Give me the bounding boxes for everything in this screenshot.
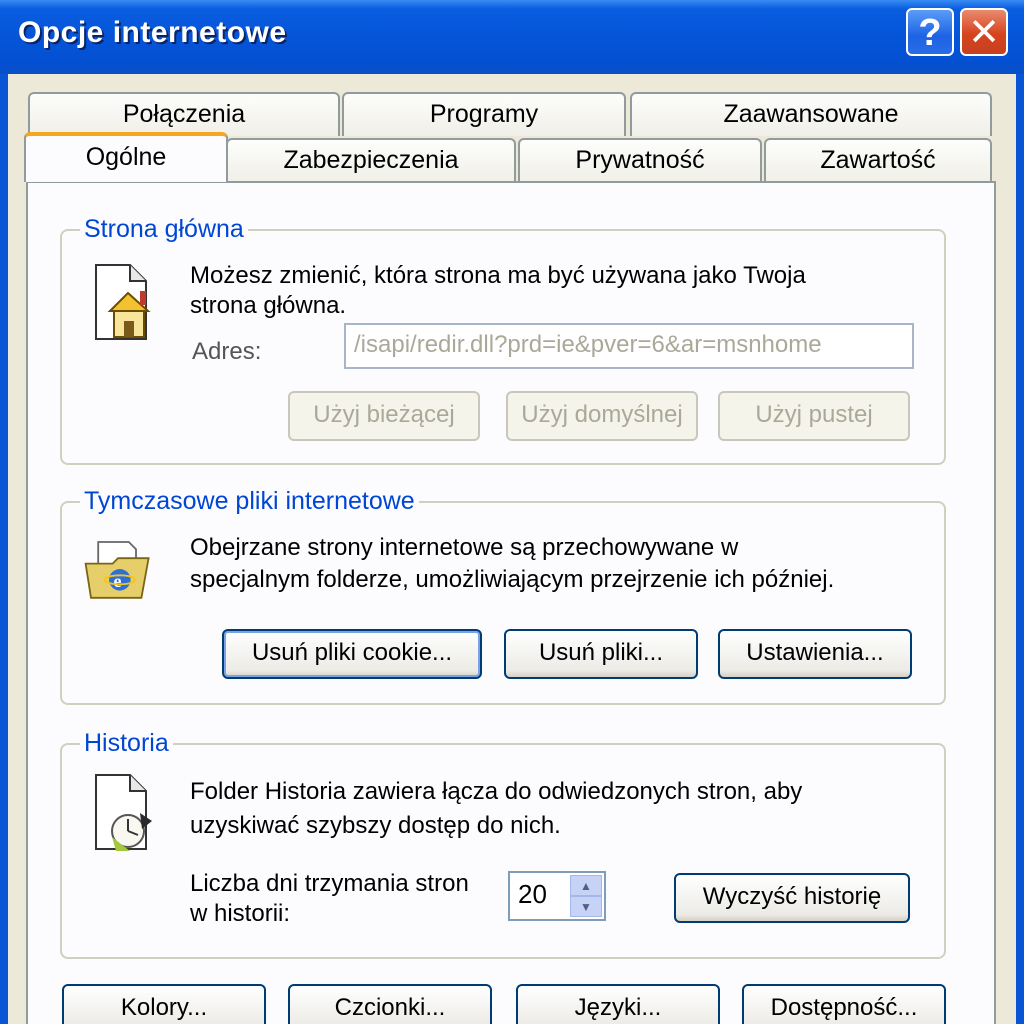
tab-connections[interactable]: Połączenia [28, 92, 340, 136]
fonts-button[interactable]: Czcionki... [288, 984, 492, 1024]
title-bar[interactable]: Opcje internetowe ? ✕ [0, 0, 1024, 74]
spinner-up-icon[interactable]: ▲ [570, 875, 602, 896]
delete-cookies-button[interactable]: Usuń pliki cookie... [222, 629, 482, 679]
tab-privacy[interactable]: Prywatność [518, 138, 762, 182]
accessibility-button[interactable]: Dostępność... [742, 984, 946, 1024]
spinner-down-icon[interactable]: ▼ [570, 896, 602, 917]
window-border-right [1016, 74, 1024, 1024]
home-page-icon [95, 264, 151, 340]
general-tab-panel: Strona główna Możesz zmienić, która stro… [26, 181, 996, 1024]
history-days-value[interactable]: 20 [518, 879, 547, 910]
temp-description-line1: Obejrzane strony internetowe są przechow… [190, 534, 739, 561]
history-days-label-line1: Liczba dni trzymania stron [190, 870, 469, 897]
tab-advanced[interactable]: Zaawansowane [630, 92, 992, 136]
temp-description-line2: specjalnym folderze, umożliwiającym prze… [190, 566, 835, 593]
home-description-line1: Możesz zmienić, która strona ma być używ… [190, 262, 806, 289]
tab-security[interactable]: Zabezpieczenia [226, 138, 516, 182]
history-days-spinner[interactable]: 20 ▲ ▼ [508, 871, 606, 921]
spinner-arrows: ▲ ▼ [570, 875, 602, 917]
tab-content[interactable]: Zawartość [764, 138, 992, 182]
colors-button[interactable]: Kolory... [62, 984, 266, 1024]
close-button[interactable]: ✕ [960, 8, 1008, 56]
history-description-line2: uzyskiwać szybszy dostęp do nich. [190, 812, 561, 839]
window-border-left [0, 74, 8, 1024]
address-label: Adres: [192, 338, 262, 365]
temp-settings-button[interactable]: Ustawienia... [718, 629, 912, 679]
use-current-button[interactable]: Użyj bieżącej [288, 391, 480, 441]
tab-general[interactable]: Ogólne [24, 132, 228, 182]
internet-options-dialog: Opcje internetowe ? ✕ Połączenia Program… [0, 0, 1024, 1024]
window-title: Opcje internetowe [18, 16, 287, 49]
temp-files-folder-icon: e [84, 541, 150, 599]
languages-button[interactable]: Języki... [516, 984, 720, 1024]
clear-history-button[interactable]: Wyczyść historię [674, 873, 910, 923]
temp-files-legend: Tymczasowe pliki internetowe [80, 487, 419, 516]
svg-text:e: e [114, 571, 122, 591]
address-field[interactable]: /isapi/redir.dll?prd=ie&pver=6&ar=msnhom… [344, 323, 914, 369]
use-blank-button[interactable]: Użyj pustej [718, 391, 910, 441]
home-description-line2: strona główna. [190, 292, 347, 319]
help-button[interactable]: ? [906, 8, 954, 56]
history-description-line1: Folder Historia zawiera łącza do odwiedz… [190, 778, 803, 805]
delete-files-button[interactable]: Usuń pliki... [504, 629, 698, 679]
history-clock-icon [95, 774, 152, 851]
history-legend: Historia [80, 729, 173, 758]
use-default-button[interactable]: Użyj domyślnej [506, 391, 698, 441]
history-days-label-line2: w historii: [190, 900, 291, 927]
home-page-legend: Strona główna [80, 215, 248, 244]
tab-programs[interactable]: Programy [342, 92, 626, 136]
